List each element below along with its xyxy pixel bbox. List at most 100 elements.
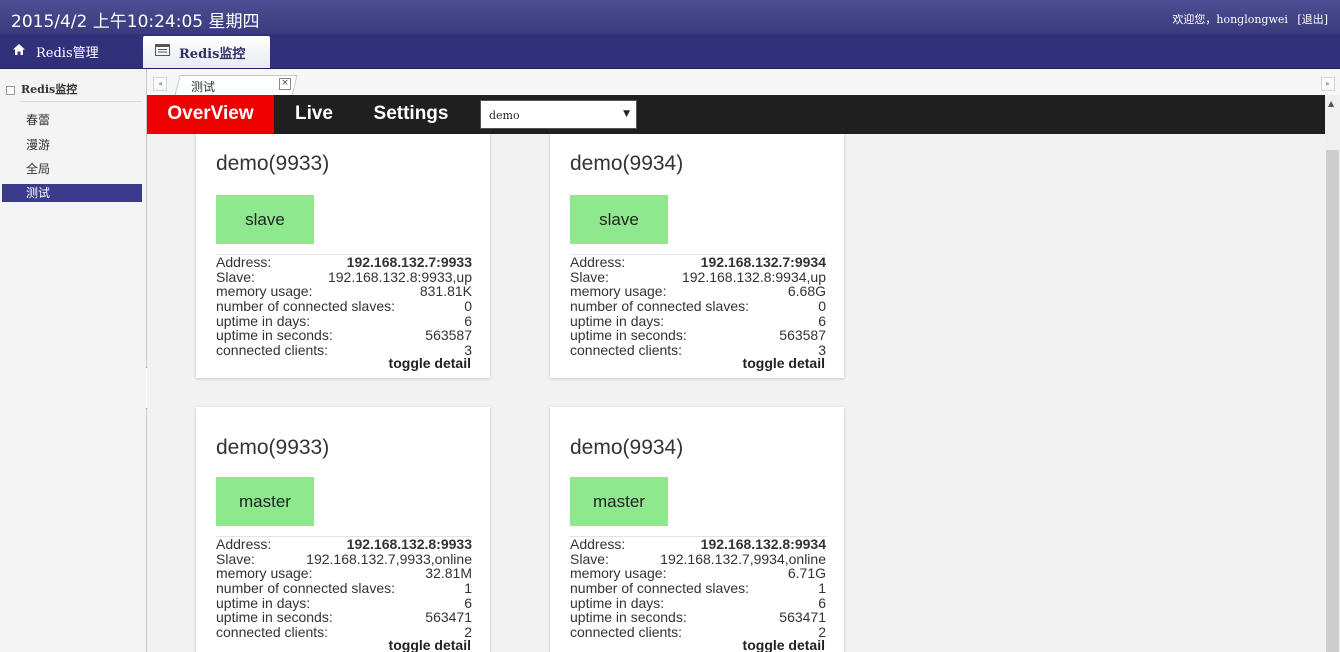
stat-value: 1 [818, 580, 826, 597]
tab-settings[interactable]: Settings [363, 95, 459, 134]
stat-label: connected clients: [216, 624, 329, 641]
stat-row: uptime in seconds: 563471 [570, 610, 826, 625]
sidebar-item-label: 全局 [26, 162, 51, 176]
sidebar-item-label: 春蕾 [26, 113, 51, 127]
list-window-icon [153, 44, 171, 60]
stat-label: uptime in seconds: [216, 609, 333, 626]
stat-label: connected clients: [570, 342, 683, 359]
instance-card: demo(9934) master Address: 192.168.132.8:… [550, 407, 844, 652]
close-icon[interactable]: × [279, 78, 291, 90]
overview-content: demo(9933) slave Address: 192.168.132.7:9… [147, 134, 1325, 652]
tab-overview[interactable]: OverView [147, 95, 274, 134]
instance-stats: Address: 192.168.132.8:9934 Slave: 192.168… [570, 536, 826, 640]
stat-value: 192.168.132.7:9933 [346, 254, 472, 270]
stat-value: 1 [464, 580, 472, 597]
stat-value: 6 [464, 312, 472, 329]
stat-row: memory usage: 6.68G [570, 284, 826, 299]
stat-row: number of connected slaves: 1 [216, 581, 472, 596]
toggle-detail-link[interactable]: toggle detail [743, 637, 825, 652]
user-bar: 欢迎您，honglongwei [退出] [1172, 11, 1328, 27]
stat-row: uptime in seconds: 563587 [216, 328, 472, 343]
content-tabstrip: ◂ 测试 × ▸ [147, 69, 1340, 96]
stat-label: memory usage: [216, 565, 313, 582]
stat-value: 563471 [779, 609, 826, 626]
stat-row: memory usage: 6.71G [570, 566, 826, 581]
tab-redis-monitor[interactable]: Redis监控 [143, 36, 270, 68]
stat-value: 192.168.132.7,9933,online [306, 550, 472, 567]
scroll-left-icon[interactable]: ◂ [153, 77, 167, 91]
stat-row: number of connected slaves: 0 [570, 299, 826, 314]
scroll-up-icon[interactable]: ▲ [1328, 99, 1334, 108]
stat-label: Slave: [216, 550, 255, 567]
stat-value: 6 [818, 594, 826, 611]
stat-label: number of connected slaves: [570, 580, 749, 597]
role-badge: slave [216, 195, 314, 244]
stat-value: 192.168.132.7:9934 [700, 254, 826, 270]
role-badge: slave [570, 195, 668, 244]
logout-link[interactable]: [退出] [1297, 11, 1328, 27]
stat-row: uptime in seconds: 563587 [570, 328, 826, 343]
content-tab-label: 测试 [191, 80, 216, 94]
instance-card: demo(9934) slave Address: 192.168.132.7:9… [550, 134, 844, 378]
stat-row: Address: 192.168.132.7:9933 [216, 255, 472, 270]
stat-row: Slave: 192.168.132.7,9934,online [570, 550, 826, 567]
stat-label: uptime in days: [216, 594, 311, 611]
vertical-scrollbar[interactable]: ▲ [1325, 95, 1340, 652]
stat-label: memory usage: [216, 283, 313, 300]
sidebar-item-chunlei[interactable]: 春蕾 [2, 111, 142, 129]
stat-value: 831.81K [419, 283, 472, 300]
stat-row: memory usage: 831.81K [216, 284, 472, 299]
stat-label: Slave: [570, 550, 609, 567]
stat-row: uptime in days: 6 [216, 314, 472, 329]
stat-row: Address: 192.168.132.8:9933 [216, 537, 472, 552]
stat-value: 6.71G [787, 565, 826, 582]
role-badge: master [570, 477, 668, 526]
stat-value: 6 [818, 312, 826, 329]
stat-row: memory usage: 32.81M [216, 566, 472, 581]
instance-name: demo(9933) [216, 152, 330, 175]
stat-value: 192.168.132.8:9933,up [327, 268, 472, 285]
toggle-detail-link[interactable]: toggle detail [743, 355, 825, 371]
app-toolbar: OverView Live Settings demo ▼ [147, 95, 1325, 134]
toggle-detail-link[interactable]: toggle detail [389, 637, 471, 652]
stat-value: 0 [818, 298, 826, 315]
datetime-display: 2015/4/2 上午10:24:05 星期四 [11, 12, 260, 32]
tab-live[interactable]: Live [284, 95, 344, 134]
sidebar: Redis监控 春蕾 漫游 全局 测试 [0, 69, 147, 652]
instance-stats: Address: 192.168.132.7:9933 Slave: 192.168… [216, 254, 472, 358]
stat-label: uptime in seconds: [570, 327, 687, 344]
scroll-right-icon[interactable]: ▸ [1321, 77, 1335, 91]
instance-name: demo(9934) [570, 436, 684, 459]
tab-label: Redis监控 [179, 46, 246, 62]
sidebar-item-label: 测试 [26, 186, 51, 200]
stat-label: memory usage: [570, 565, 667, 582]
stat-label: Address: [570, 536, 626, 552]
stat-label: uptime in seconds: [570, 609, 687, 626]
select-value: demo [489, 109, 520, 122]
stat-label: uptime in seconds: [216, 327, 333, 344]
stat-row: Slave: 192.168.132.7,9933,online [216, 550, 472, 567]
stat-label: connected clients: [216, 342, 329, 359]
tab-redis-management[interactable]: Redis管理 [0, 34, 140, 68]
stat-row: Address: 192.168.132.7:9934 [570, 255, 826, 270]
sidebar-item-label: 漫游 [26, 138, 51, 152]
instance-select[interactable]: demo ▼ [480, 100, 637, 129]
stat-row: uptime in days: 6 [216, 596, 472, 611]
stat-row: number of connected slaves: 0 [216, 299, 472, 314]
stat-value: 192.168.132.8:9933 [346, 536, 472, 552]
sidebar-item-manyou[interactable]: 漫游 [2, 136, 142, 154]
sidebar-item-quanju[interactable]: 全局 [2, 160, 142, 178]
role-badge: master [216, 477, 314, 526]
home-icon [10, 43, 28, 60]
scrollbar-thumb[interactable] [1326, 150, 1339, 652]
stat-label: number of connected slaves: [216, 298, 395, 315]
stat-row: number of connected slaves: 1 [570, 581, 826, 596]
stat-value: 192.168.132.7,9934,online [660, 550, 826, 567]
stat-row: Slave: 192.168.132.8:9933,up [216, 268, 472, 285]
instance-name: demo(9933) [216, 436, 330, 459]
toggle-detail-link[interactable]: toggle detail [389, 355, 471, 371]
stat-label: connected clients: [570, 624, 683, 641]
welcome-text: 欢迎您， [1172, 13, 1217, 26]
sidebar-item-ceshi[interactable]: 测试 [2, 184, 142, 202]
sidebar-section-header[interactable]: Redis监控 [6, 81, 77, 97]
